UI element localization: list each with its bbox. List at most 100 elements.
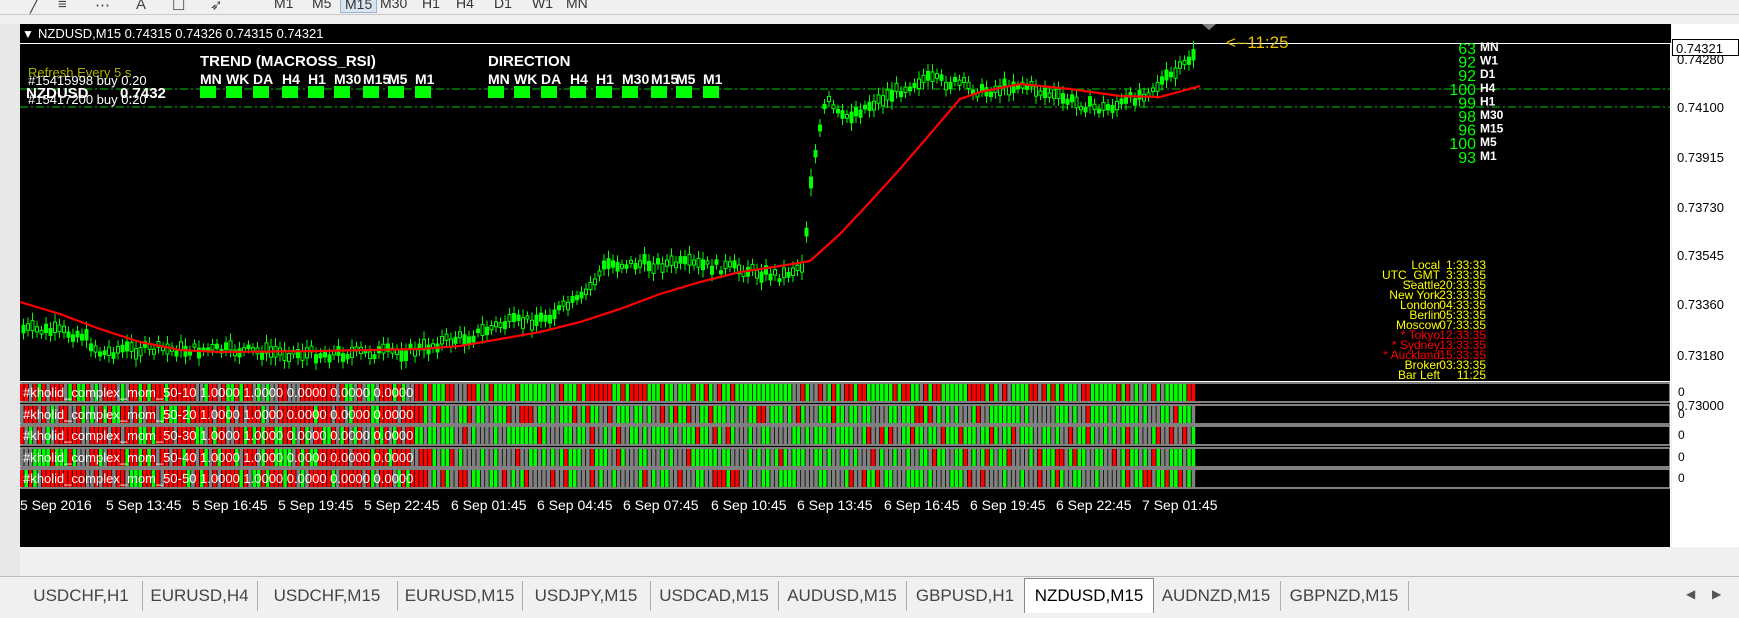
candle-body: [557, 305, 561, 311]
tab-eurusd-h4[interactable]: EURUSD,H4: [142, 581, 258, 611]
price-scale-label: 0.73730: [1677, 200, 1724, 215]
indicator-bar: [476, 384, 480, 401]
timeframe-h1[interactable]: H1: [418, 0, 444, 11]
strength-tf-w1: W1: [1480, 54, 1498, 68]
tab-usdchf-m15[interactable]: USDCHF,M15: [257, 581, 398, 611]
timeframe-m5[interactable]: M5: [308, 0, 335, 11]
tab-gbpusd-h1[interactable]: GBPUSD,H1: [906, 581, 1025, 611]
timeframe-d1[interactable]: D1: [490, 0, 516, 11]
indicator-bar: [713, 406, 717, 423]
candle-body: [1133, 98, 1137, 106]
tab-audusd-m15[interactable]: AUDUSD,M15: [778, 581, 907, 611]
candle-body: [966, 81, 971, 89]
candle-body: [1047, 92, 1052, 98]
timeframe-m15[interactable]: M15: [340, 0, 378, 13]
tab-usdjpy-m15[interactable]: USDJPY,M15: [522, 581, 651, 611]
indicator-bar: [989, 384, 994, 401]
tab-scroll-right-icon[interactable]: ▶: [1712, 587, 1721, 601]
time-axis-label: 6 Sep 10:45: [711, 497, 787, 513]
time-axis-label: 6 Sep 13:45: [797, 497, 873, 513]
indicator-bar: [998, 470, 1003, 487]
indicator-bar: [858, 470, 862, 487]
indicator-bar: [651, 470, 656, 487]
indicator-bar: [450, 406, 454, 423]
tab-nzdusd-m15[interactable]: NZDUSD,M15: [1024, 578, 1154, 613]
indicator-bar: [985, 384, 989, 401]
indicator-bar: [520, 449, 524, 466]
tab-usdchf-h1[interactable]: USDCHF,H1: [20, 581, 143, 611]
candle-body: [813, 149, 818, 158]
indicator-bar: [1178, 427, 1183, 444]
indicator-bar: [757, 384, 761, 401]
indicator-bar: [708, 406, 713, 423]
candle-body: [534, 314, 539, 326]
indicator-bar: [765, 427, 770, 444]
tab-gbpnzd-m15[interactable]: GBPNZD,M15: [1280, 581, 1409, 611]
indicator-bar: [875, 449, 880, 466]
indicator-bar: [945, 470, 950, 487]
tab-usdcad-m15[interactable]: USDCAD,M15: [650, 581, 779, 611]
candle-body: [1191, 48, 1196, 61]
indicator-bar: [866, 449, 871, 466]
indicator-bar: [686, 427, 691, 444]
indicator-bar: [651, 406, 656, 423]
label-tool-icon[interactable]: ☐: [172, 0, 185, 14]
price-scale-label: 0.73545: [1677, 248, 1724, 263]
indicator-bar: [897, 406, 902, 423]
indicator-bar: [629, 470, 634, 487]
direction-box-wk: [514, 86, 530, 98]
timeframe-mn[interactable]: MN: [562, 0, 592, 11]
indicator-bar: [1016, 384, 1020, 401]
indicator-bar: [695, 384, 700, 401]
chart-canvas[interactable]: ▼ NZDUSD,M15 0.74315 0.74326 0.74315 0.74…: [20, 24, 1671, 547]
symbol-label: NZDUSD: [26, 85, 89, 102]
tab-audnzd-m15[interactable]: AUDNZD,M15: [1152, 581, 1281, 611]
indicator-bar: [1099, 427, 1104, 444]
tab-scroll-left-icon[interactable]: ◀: [1686, 587, 1695, 601]
indicator-bar: [511, 470, 516, 487]
indicator-bar: [1016, 427, 1020, 444]
timeframe-m1[interactable]: M1: [270, 0, 297, 11]
indicator-bar: [529, 406, 533, 423]
indicator-bar: [972, 449, 976, 466]
indicator-bar: [577, 406, 581, 423]
candle-body: [1187, 56, 1191, 65]
chart-window[interactable]: ▼ NZDUSD,M15 0.74315 0.74326 0.74315 0.74…: [20, 24, 1671, 547]
indicator-bar: [700, 470, 704, 487]
indicator-bar: [915, 384, 919, 401]
fibo-fan-tool-icon[interactable]: ⋯: [95, 0, 110, 14]
candle-body: [606, 258, 611, 270]
indicator-bar: [542, 449, 546, 466]
indicator-bar: [1121, 427, 1125, 444]
indicator-bar: [735, 449, 739, 466]
indicator-bar: [1051, 427, 1055, 444]
candle-body: [48, 328, 53, 336]
text-tool-icon[interactable]: A: [136, 0, 146, 13]
indicator-bar: [994, 427, 998, 444]
timeframe-h4[interactable]: H4: [452, 0, 478, 11]
fibonacci-tool-icon[interactable]: ≡: [58, 0, 67, 13]
timeframe-m30[interactable]: M30: [376, 0, 411, 11]
indicator-bar: [875, 427, 880, 444]
indicator-bar: [980, 449, 985, 466]
price-scale[interactable]: 0.74280 0.74100 0.73915 0.73730 0.73545 0.733…: [1672, 24, 1739, 547]
indicator-bar: [572, 406, 577, 423]
indicator-bar: [480, 449, 485, 466]
line-tool-icon[interactable]: ╱: [30, 0, 39, 14]
candle-body: [881, 95, 885, 107]
tab-eurusd-m15[interactable]: EURUSD,M15: [397, 581, 523, 611]
arrows-tool-icon[interactable]: ➶: [210, 0, 223, 14]
indicator-bar: [994, 449, 998, 466]
indicator-bar: [1143, 406, 1147, 423]
candle-body: [800, 261, 804, 273]
candle-body: [1083, 107, 1088, 113]
candle-body: [327, 354, 332, 363]
timeframe-w1[interactable]: W1: [528, 0, 557, 11]
indicator-bar: [599, 406, 603, 423]
candle-body: [444, 333, 449, 341]
strength-tf-m30: M30: [1480, 108, 1504, 122]
trend-box-m5: [388, 86, 404, 98]
candle-body: [323, 350, 327, 358]
indicator-bar: [809, 427, 814, 444]
indicator-bar: [1090, 470, 1095, 487]
